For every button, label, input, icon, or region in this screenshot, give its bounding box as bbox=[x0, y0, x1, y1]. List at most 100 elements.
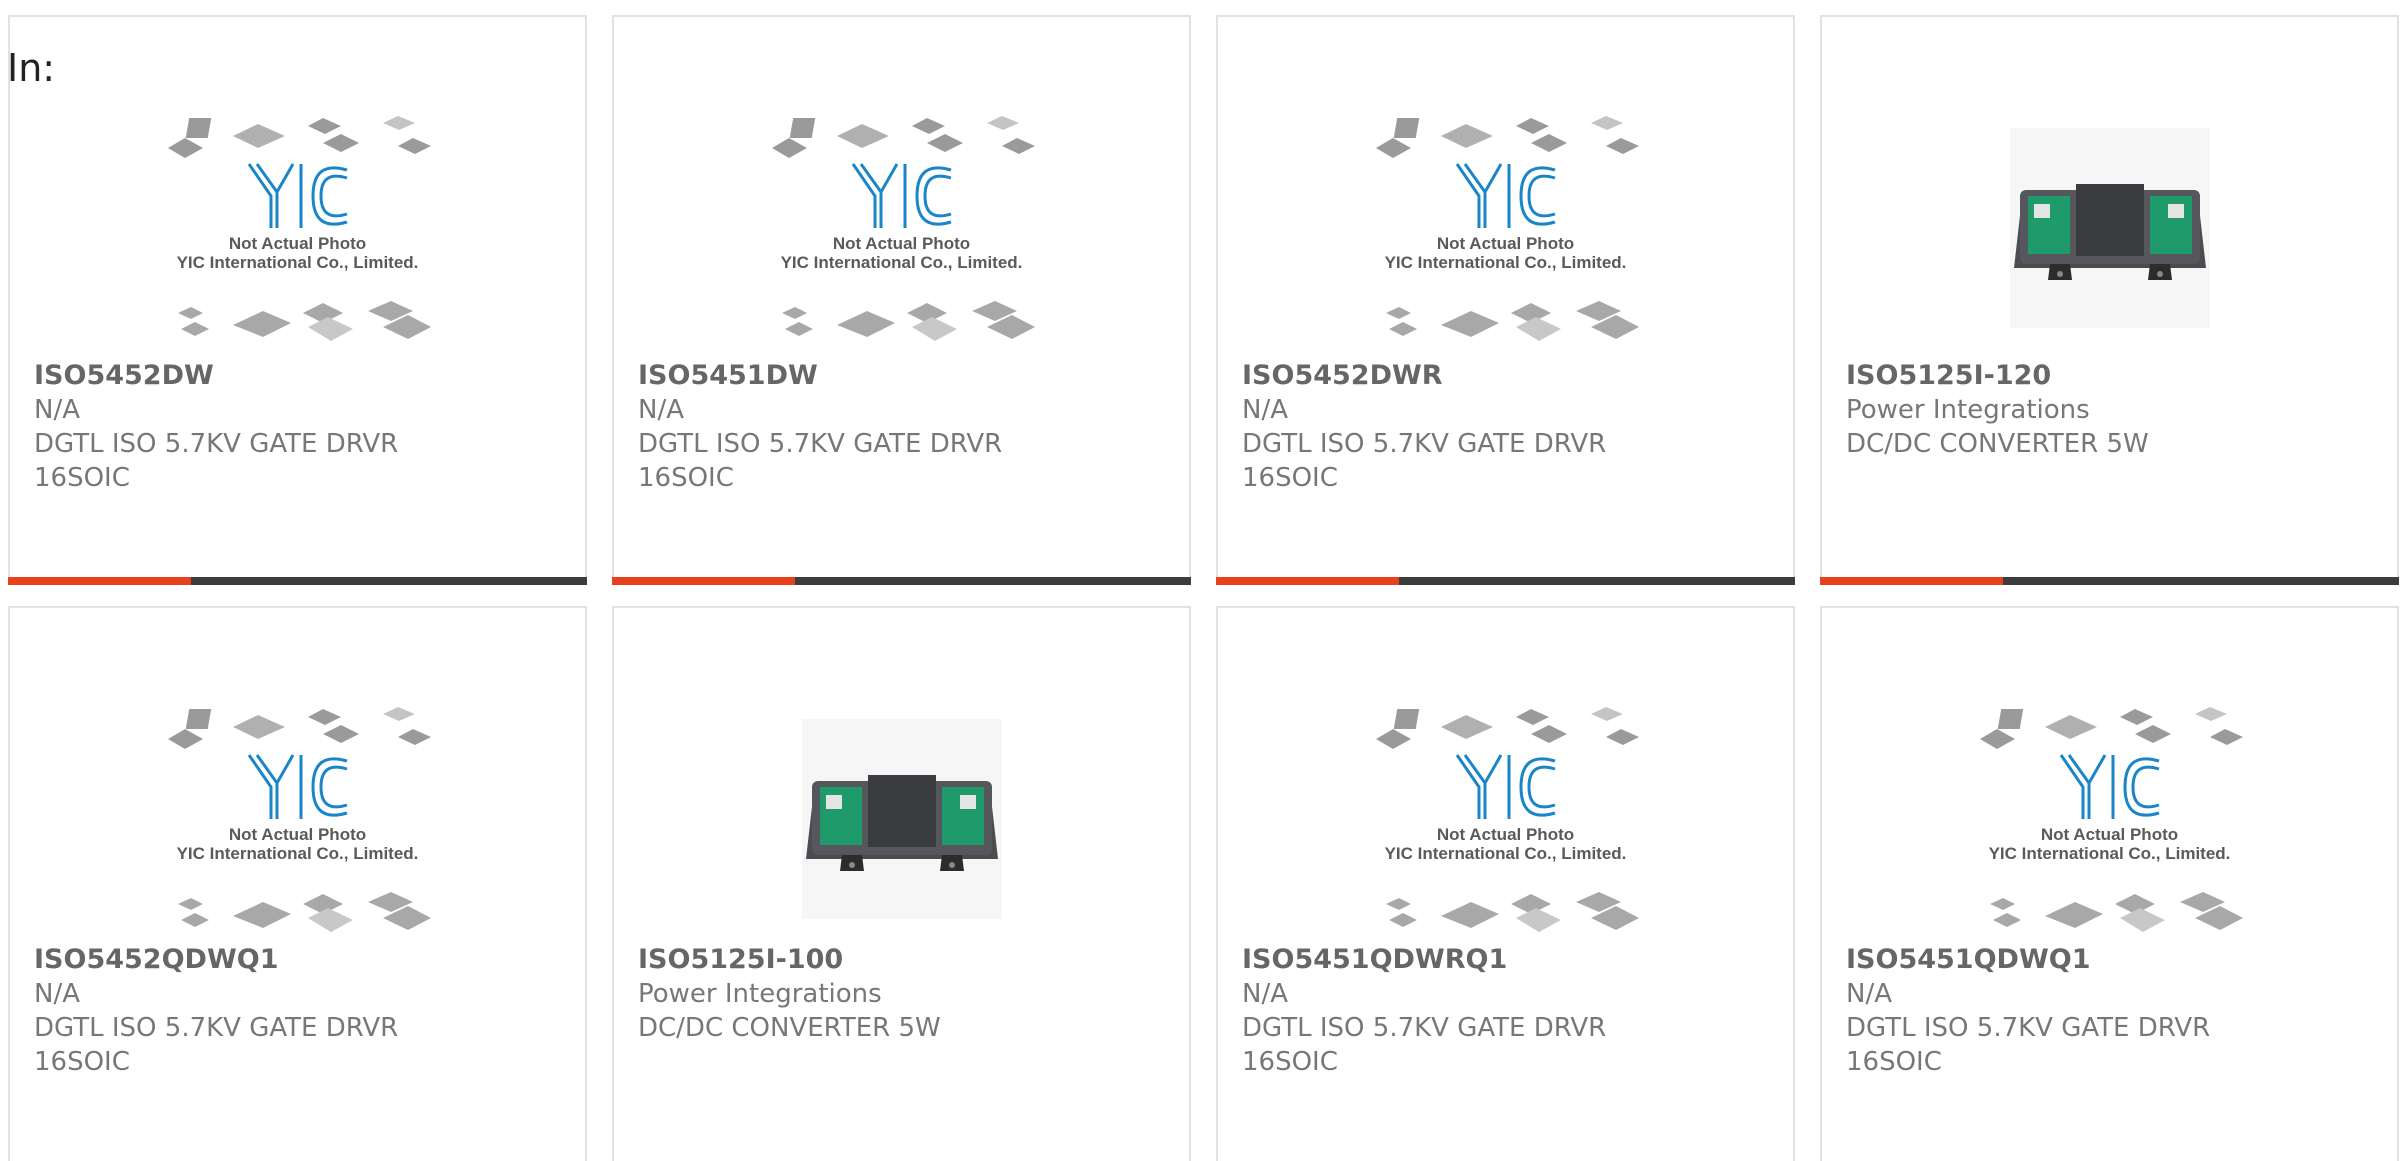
card-accent-bar bbox=[612, 577, 795, 585]
description: DGTL ISO 5.7KV GATE DRVR bbox=[1242, 1013, 1607, 1043]
part-number-link[interactable]: ISO5451QDWQ1 bbox=[1846, 943, 2387, 977]
product-info: ISO5125I-120 Power Integrations DC/DC CO… bbox=[1846, 359, 2387, 461]
placeholder-image: Not Actual Photo YIC International Co., … bbox=[163, 108, 433, 348]
dc-dc-module-image bbox=[801, 719, 1002, 919]
placeholder-company: YIC International Co., Limited. bbox=[1384, 253, 1627, 272]
package: 16SOIC bbox=[1242, 1047, 1338, 1077]
product-image[interactable]: Not Actual Photo YIC International Co., … bbox=[1218, 92, 1793, 364]
placeholder-company: YIC International Co., Limited. bbox=[176, 253, 419, 272]
package: 16SOIC bbox=[638, 463, 734, 493]
product-info: ISO5451QDWQ1 N/A DGTL ISO 5.7KV GATE DRV… bbox=[1846, 943, 2387, 1079]
chips-illustration-bottom bbox=[1385, 892, 1639, 932]
card-accent-bar bbox=[1216, 577, 1399, 585]
part-number-link[interactable]: ISO5452QDWQ1 bbox=[34, 943, 575, 977]
part-number-link[interactable]: ISO5451DW bbox=[638, 359, 1179, 393]
description: DGTL ISO 5.7KV GATE DRVR bbox=[1242, 429, 1607, 459]
product-info: ISO5452DW N/A DGTL ISO 5.7KV GATE DRVR 1… bbox=[34, 359, 575, 495]
manufacturer: N/A bbox=[1846, 979, 1892, 1009]
product-card[interactable]: ISO5125I-100 Power Integrations DC/DC CO… bbox=[612, 606, 1191, 1161]
card-accent-bar bbox=[1820, 577, 2003, 585]
chips-illustration-bottom bbox=[1385, 301, 1639, 341]
product-grid: Not Actual Photo YIC International Co., … bbox=[8, 15, 2400, 1161]
description: DGTL ISO 5.7KV GATE DRVR bbox=[34, 1013, 399, 1043]
chips-illustration-bottom bbox=[781, 301, 1035, 341]
chips-illustration-top bbox=[1375, 116, 1639, 158]
part-number-link[interactable]: ISO5452DWR bbox=[1242, 359, 1783, 393]
yic-logo-icon bbox=[1455, 163, 1555, 228]
yic-logo-icon bbox=[851, 163, 951, 228]
package: 16SOIC bbox=[34, 1047, 130, 1077]
placeholder-image: Not Actual Photo YIC International Co., … bbox=[1975, 699, 2245, 939]
product-card[interactable]: Not Actual Photo YIC International Co., … bbox=[8, 606, 587, 1161]
chips-illustration-bottom bbox=[177, 892, 431, 932]
part-number-link[interactable]: ISO5451QDWRQ1 bbox=[1242, 943, 1783, 977]
part-number-link[interactable]: ISO5125I-120 bbox=[1846, 359, 2387, 393]
product-card[interactable]: ISO5125I-120 Power Integrations DC/DC CO… bbox=[1820, 15, 2399, 585]
card-bottom-bar bbox=[1820, 577, 2399, 585]
description: DC/DC CONVERTER 5W bbox=[1846, 429, 2149, 459]
description: DC/DC CONVERTER 5W bbox=[638, 1013, 941, 1043]
product-info: ISO5451DW N/A DGTL ISO 5.7KV GATE DRVR 1… bbox=[638, 359, 1179, 495]
manufacturer: N/A bbox=[638, 395, 684, 425]
chips-illustration-top bbox=[771, 116, 1035, 158]
product-image[interactable] bbox=[1822, 92, 2397, 364]
chips-illustration-top bbox=[167, 116, 431, 158]
manufacturer: N/A bbox=[34, 395, 80, 425]
product-image[interactable]: Not Actual Photo YIC International Co., … bbox=[10, 92, 585, 364]
product-card[interactable]: Not Actual Photo YIC International Co., … bbox=[1820, 606, 2399, 1161]
card-bottom-bar bbox=[612, 577, 1191, 585]
chips-illustration-bottom bbox=[1989, 892, 2243, 932]
manufacturer: Power Integrations bbox=[638, 979, 882, 1009]
package: 16SOIC bbox=[1846, 1047, 1942, 1077]
chips-illustration-top bbox=[1375, 707, 1639, 749]
yic-logo-icon bbox=[247, 163, 347, 228]
product-info: ISO5452QDWQ1 N/A DGTL ISO 5.7KV GATE DRV… bbox=[34, 943, 575, 1079]
product-image[interactable]: Not Actual Photo YIC International Co., … bbox=[10, 683, 585, 955]
in-label: In: bbox=[7, 46, 56, 90]
placeholder-caption: Not Actual Photo bbox=[1436, 825, 1575, 844]
manufacturer: Power Integrations bbox=[1846, 395, 2090, 425]
product-card[interactable]: Not Actual Photo YIC International Co., … bbox=[1216, 606, 1795, 1161]
product-image[interactable]: Not Actual Photo YIC International Co., … bbox=[1822, 683, 2397, 955]
product-info: ISO5452DWR N/A DGTL ISO 5.7KV GATE DRVR … bbox=[1242, 359, 1783, 495]
description: DGTL ISO 5.7KV GATE DRVR bbox=[34, 429, 399, 459]
dc-dc-module-image bbox=[2009, 128, 2210, 328]
placeholder-caption: Not Actual Photo bbox=[228, 234, 367, 253]
chips-illustration-bottom bbox=[177, 301, 431, 341]
product-card[interactable]: Not Actual Photo YIC International Co., … bbox=[8, 15, 587, 585]
placeholder-company: YIC International Co., Limited. bbox=[780, 253, 1023, 272]
product-info: ISO5125I-100 Power Integrations DC/DC CO… bbox=[638, 943, 1179, 1045]
placeholder-company: YIC International Co., Limited. bbox=[1988, 844, 2231, 863]
card-bottom-bar bbox=[8, 577, 587, 585]
package: 16SOIC bbox=[34, 463, 130, 493]
placeholder-image: Not Actual Photo YIC International Co., … bbox=[767, 108, 1037, 348]
product-info: ISO5451QDWRQ1 N/A DGTL ISO 5.7KV GATE DR… bbox=[1242, 943, 1783, 1079]
description: DGTL ISO 5.7KV GATE DRVR bbox=[1846, 1013, 2211, 1043]
chips-illustration-top bbox=[1979, 707, 2243, 749]
product-image[interactable]: Not Actual Photo YIC International Co., … bbox=[1218, 683, 1793, 955]
yic-logo-icon bbox=[2059, 754, 2159, 819]
card-bottom-bar bbox=[1216, 577, 1795, 585]
placeholder-caption: Not Actual Photo bbox=[1436, 234, 1575, 253]
yic-logo-icon bbox=[1455, 754, 1555, 819]
product-image[interactable]: Not Actual Photo YIC International Co., … bbox=[614, 92, 1189, 364]
card-accent-bar bbox=[8, 577, 191, 585]
part-number-link[interactable]: ISO5452DW bbox=[34, 359, 575, 393]
part-number-link[interactable]: ISO5125I-100 bbox=[638, 943, 1179, 977]
package: 16SOIC bbox=[1242, 463, 1338, 493]
placeholder-company: YIC International Co., Limited. bbox=[176, 844, 419, 863]
placeholder-caption: Not Actual Photo bbox=[2040, 825, 2179, 844]
placeholder-image: Not Actual Photo YIC International Co., … bbox=[163, 699, 433, 939]
manufacturer: N/A bbox=[1242, 979, 1288, 1009]
description: DGTL ISO 5.7KV GATE DRVR bbox=[638, 429, 1003, 459]
placeholder-caption: Not Actual Photo bbox=[832, 234, 971, 253]
placeholder-company: YIC International Co., Limited. bbox=[1384, 844, 1627, 863]
manufacturer: N/A bbox=[1242, 395, 1288, 425]
product-grid-page: In: Not Actual Photo YIC International C… bbox=[0, 0, 2400, 1161]
chips-illustration-top bbox=[167, 707, 431, 749]
product-card[interactable]: Not Actual Photo YIC International Co., … bbox=[1216, 15, 1795, 585]
manufacturer: N/A bbox=[34, 979, 80, 1009]
product-card[interactable]: Not Actual Photo YIC International Co., … bbox=[612, 15, 1191, 585]
product-image[interactable] bbox=[614, 683, 1189, 955]
placeholder-caption: Not Actual Photo bbox=[228, 825, 367, 844]
